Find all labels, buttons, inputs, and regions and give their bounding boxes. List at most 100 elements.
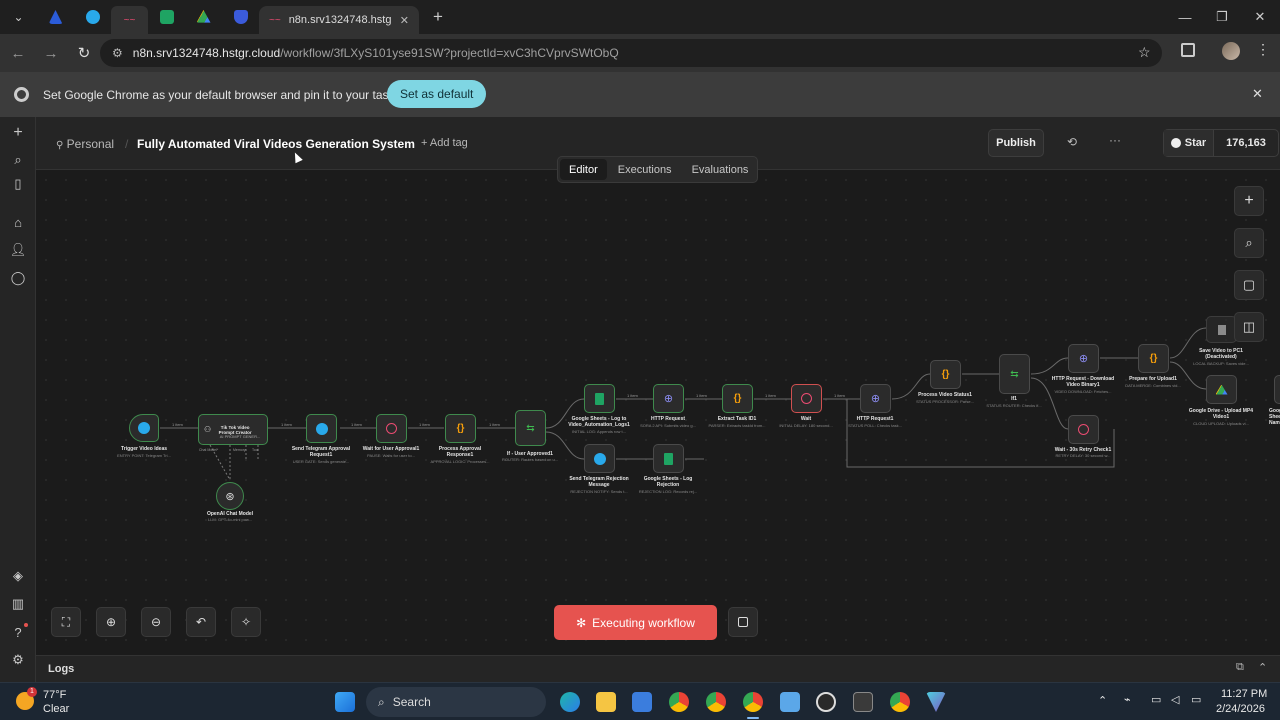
- node-google-drive-upload[interactable]: [1206, 375, 1237, 404]
- workflow-title[interactable]: Fully Automated Viral Videos Generation …: [137, 137, 415, 151]
- node-wait-retry[interactable]: [1068, 415, 1099, 444]
- zoom-in-button[interactable]: ⊕: [96, 607, 126, 637]
- add-node-button[interactable]: +: [1234, 186, 1264, 216]
- minimize-button[interactable]: —: [1166, 0, 1204, 34]
- chrome-profile-icon[interactable]: [706, 692, 726, 712]
- user-icon[interactable]: 👤︎: [9, 241, 27, 259]
- clock-date[interactable]: 2/24/2026: [1216, 703, 1265, 715]
- node-trigger-video-ideas[interactable]: [129, 414, 159, 442]
- publish-button[interactable]: Publish: [988, 129, 1044, 157]
- add-tag-link[interactable]: + Add tag: [421, 137, 468, 149]
- notepad-icon[interactable]: [780, 692, 800, 712]
- chrome-active-icon[interactable]: [743, 692, 763, 712]
- url-field[interactable]: ⚙ n8n.srv1324748.hstgr.cloud/workflow/3f…: [100, 39, 1162, 67]
- edge-icon[interactable]: [560, 692, 580, 712]
- templates-icon[interactable]: ◈: [9, 567, 27, 585]
- settings-icon[interactable]: ⚙: [9, 651, 27, 669]
- node-http-request-1[interactable]: ⊕: [860, 384, 891, 413]
- chrome-alt-icon[interactable]: [890, 692, 910, 712]
- node-wait[interactable]: [791, 384, 822, 413]
- node-openai-chat-model[interactable]: ⊛: [216, 482, 244, 510]
- node-if1[interactable]: ⇆: [999, 354, 1030, 394]
- tray-volume-icon[interactable]: ◁: [1171, 693, 1179, 706]
- node-send-telegram-approval[interactable]: [306, 414, 337, 443]
- canvas-search-button[interactable]: ⌕: [1234, 228, 1264, 258]
- node-send-telegram-rejection[interactable]: [584, 444, 615, 473]
- tab-search-icon[interactable]: ⌄: [0, 0, 37, 34]
- tab-executions[interactable]: Executions: [609, 159, 681, 180]
- insights-icon[interactable]: ▥: [9, 595, 27, 613]
- panel-toggle-icon[interactable]: ▯: [9, 175, 27, 193]
- tab-favicon-n8n[interactable]: ~~: [111, 6, 148, 34]
- tray-battery-icon[interactable]: ▭: [1191, 693, 1201, 706]
- new-tab-button[interactable]: +: [433, 7, 443, 27]
- weather-widget[interactable]: 1 77°F Clear: [12, 687, 102, 717]
- workflow-canvas[interactable]: 1 item 1 item 1 item 1 item 1 item 1 ite…: [36, 170, 1280, 655]
- fit-view-button[interactable]: ⛶: [51, 607, 81, 637]
- obs-icon[interactable]: [816, 692, 836, 712]
- home-icon[interactable]: ⌂: [9, 213, 27, 231]
- chrome-icon[interactable]: [669, 692, 689, 712]
- node-process-video-status[interactable]: {}: [930, 360, 961, 389]
- tab-favicon-sheets[interactable]: [148, 0, 185, 34]
- side-panel-button[interactable]: ◫: [1234, 312, 1264, 342]
- node-extract-task-id[interactable]: {}: [722, 384, 753, 413]
- node-google-sheets-partial[interactable]: [1274, 375, 1280, 404]
- chrome-menu-icon[interactable]: ⋮: [1256, 41, 1270, 58]
- tab-favicon-drive[interactable]: [185, 0, 222, 34]
- taskbar-search[interactable]: ⌕ Search: [366, 687, 546, 717]
- add-icon[interactable]: +: [9, 124, 27, 142]
- undo-button[interactable]: ↶: [186, 607, 216, 637]
- logs-panel-bar[interactable]: Logs ⧉ ⌃: [36, 655, 1280, 682]
- tray-chevron-icon[interactable]: ⌃: [1098, 694, 1107, 707]
- tab-favicon-shield[interactable]: [222, 0, 259, 34]
- node-if-user-approved[interactable]: ⇆: [515, 410, 546, 446]
- profile-avatar[interactable]: [1222, 42, 1240, 60]
- reload-button[interactable]: ↻: [69, 38, 99, 68]
- maximize-button[interactable]: ❐: [1203, 0, 1241, 34]
- project-breadcrumb[interactable]: ⚲ Personal: [56, 137, 114, 151]
- vpn-icon[interactable]: [926, 692, 946, 712]
- sticky-note-button[interactable]: ▢: [1234, 270, 1264, 300]
- history-icon[interactable]: ⟲: [1067, 135, 1077, 149]
- infobar-close-icon[interactable]: ✕: [1252, 86, 1263, 102]
- executing-workflow-button[interactable]: ✻ Executing workflow: [554, 605, 717, 640]
- more-options-icon[interactable]: ···: [1109, 133, 1121, 147]
- stop-execution-button[interactable]: [728, 607, 758, 637]
- clock-time[interactable]: 11:27 PM: [1221, 688, 1267, 700]
- calendar-icon[interactable]: [853, 692, 873, 712]
- site-info-icon[interactable]: ⚙: [112, 46, 123, 60]
- node-wait-user-approval[interactable]: [376, 414, 407, 443]
- back-button[interactable]: ←: [3, 38, 33, 68]
- bookmark-star-icon[interactable]: ☆: [1138, 44, 1151, 61]
- chat-icon[interactable]: ◯: [9, 269, 27, 287]
- tab-favicon-1[interactable]: [37, 0, 74, 34]
- set-as-default-button[interactable]: Set as default: [387, 80, 487, 108]
- node-prepare-for-upload[interactable]: {}: [1138, 344, 1169, 373]
- active-tab[interactable]: ~~ n8n.srv1324748.hstgr.cloud/wo ✕: [259, 6, 419, 34]
- popout-icon[interactable]: ⧉: [1236, 661, 1244, 674]
- file-explorer-icon[interactable]: [596, 692, 616, 712]
- tidy-up-button[interactable]: ✧: [231, 607, 261, 637]
- tray-monitor-icon[interactable]: ▭: [1151, 693, 1161, 706]
- node-http-request[interactable]: ⊕: [653, 384, 684, 413]
- store-icon[interactable]: [632, 692, 652, 712]
- node-google-sheets-log[interactable]: [584, 384, 615, 413]
- search-icon[interactable]: ⌕: [9, 151, 27, 169]
- tab-favicon-telegram[interactable]: [74, 0, 111, 34]
- start-button[interactable]: [335, 692, 355, 712]
- node-save-video-to-pc[interactable]: [1206, 316, 1237, 343]
- chevron-up-icon[interactable]: ⌃: [1258, 661, 1267, 674]
- tab-evaluations[interactable]: Evaluations: [683, 159, 758, 180]
- zoom-out-button[interactable]: ⊖: [141, 607, 171, 637]
- extensions-icon[interactable]: [1181, 43, 1195, 57]
- tray-network-icon[interactable]: ⌁: [1124, 693, 1131, 706]
- forward-button[interactable]: →: [36, 38, 66, 68]
- node-google-sheets-log-rejection[interactable]: [653, 444, 684, 473]
- github-star-widget[interactable]: Star 176,163: [1163, 129, 1279, 157]
- close-window-button[interactable]: ✕: [1241, 0, 1279, 34]
- node-tiktok-prompt-creator[interactable]: ⚇ Tik Tok Video Prompt Creator: [198, 414, 268, 445]
- node-http-download-video[interactable]: ⊕: [1068, 344, 1099, 373]
- node-process-approval-response[interactable]: {}: [445, 414, 476, 443]
- tab-editor[interactable]: Editor: [560, 159, 607, 180]
